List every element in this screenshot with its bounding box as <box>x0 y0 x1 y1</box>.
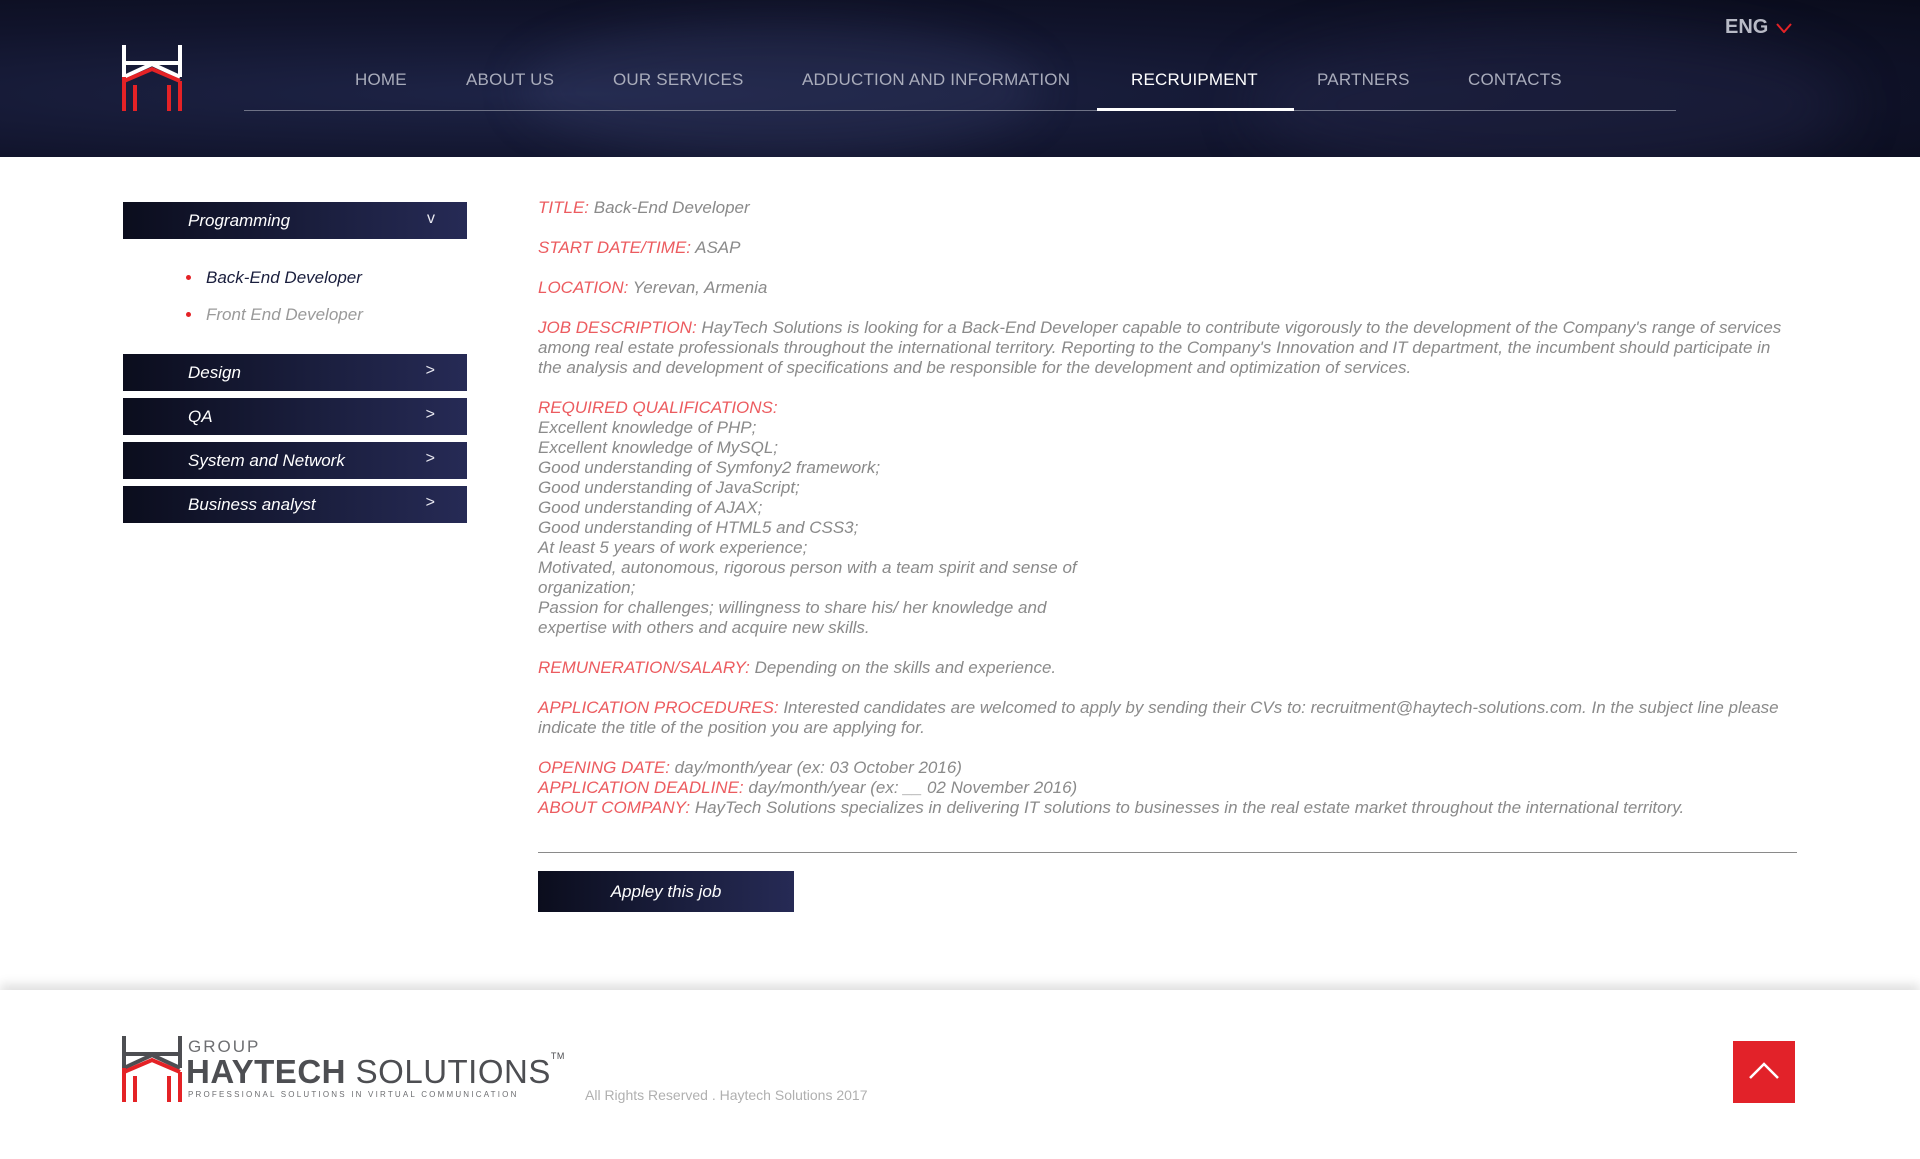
job-title-label: TITLE: <box>538 198 590 217</box>
category-programming[interactable]: Programming v <box>123 202 467 239</box>
description-row: JOB DESCRIPTION: HayTech Solutions is lo… <box>538 318 1798 378</box>
category-label: Design <box>188 363 241 382</box>
category-qa[interactable]: QA > <box>123 398 467 435</box>
chevron-down-icon <box>1776 22 1793 33</box>
arrow-up-icon <box>1749 1062 1779 1079</box>
main-navigation: HOME ABOUT US OUR SERVICES ADDUCTION AND… <box>244 60 1676 111</box>
deadline-value: day/month/year (ex: __ 02 November 2016) <box>748 778 1078 797</box>
nav-partners[interactable]: PARTNERS <box>1317 70 1410 90</box>
footer-logo-tagline: PROFESSIONAL SOLUTIONS IN VIRTUAL COMMUN… <box>188 1090 519 1099</box>
deadline-row: APPLICATION DEADLINE: day/month/year (ex… <box>538 778 1798 798</box>
category-label: QA <box>188 407 213 426</box>
bullet-icon <box>186 275 191 280</box>
footer-logo-brand-bold: HAYTECH <box>186 1053 346 1090</box>
qualifications-label: REQUIRED QUALIFICATIONS: <box>538 398 778 417</box>
back-to-top-button[interactable] <box>1733 1041 1795 1103</box>
location-value: Yerevan, Armenia <box>632 278 768 297</box>
logo-icon[interactable] <box>121 1034 183 1104</box>
qualification-item: organization; <box>538 578 636 597</box>
chevron-right-icon: > <box>425 494 435 511</box>
chevron-down-icon: v <box>427 210 435 227</box>
language-selector[interactable]: ENG <box>1725 16 1793 39</box>
job-title-row: TITLE: Back-End Developer <box>538 198 1798 218</box>
about-company-row: ABOUT COMPANY: HayTech Solutions special… <box>538 798 1798 818</box>
salary-value: Depending on the skills and experience. <box>754 658 1057 677</box>
deadline-label: APPLICATION DEADLINE: <box>538 778 744 797</box>
qualification-item: At least 5 years of work experience; <box>538 538 808 557</box>
nav-about-us[interactable]: ABOUT US <box>466 70 554 90</box>
qualification-item: expertise with others and acquire new sk… <box>538 618 870 637</box>
opening-date-label: OPENING DATE: <box>538 758 670 777</box>
description-label: JOB DESCRIPTION: <box>538 318 697 337</box>
chevron-right-icon: > <box>425 406 435 423</box>
qualification-item: Good understanding of AJAX; <box>538 498 763 517</box>
salary-row: REMUNERATION/SALARY: Depending on the sk… <box>538 658 1798 678</box>
job-item-label: Front End Developer <box>206 305 363 324</box>
content-divider <box>538 852 1797 853</box>
bullet-icon <box>186 312 191 317</box>
category-label: System and Network <box>188 451 345 470</box>
start-date-value: ASAP <box>695 238 741 257</box>
category-design[interactable]: Design > <box>123 354 467 391</box>
start-date-label: START DATE/TIME: <box>538 238 692 257</box>
chevron-right-icon: > <box>425 362 435 379</box>
location-label: LOCATION: <box>538 278 629 297</box>
qualification-item: Good understanding of JavaScript; <box>538 478 800 497</box>
language-label: ENG <box>1725 16 1769 38</box>
qualification-item: Good understanding of Symfony2 framework… <box>538 458 881 477</box>
procedures-label: APPLICATION PROCEDURES: <box>538 698 779 717</box>
procedures-row: APPLICATION PROCEDURES: Interested candi… <box>538 698 1798 738</box>
opening-date-row: OPENING DATE: day/month/year (ex: 03 Oct… <box>538 758 1798 778</box>
category-label: Business analyst <box>188 495 316 514</box>
qualification-item: Good understanding of HTML5 and CSS3; <box>538 518 859 537</box>
copyright-text: All Rights Reserved . Haytech Solutions … <box>585 1087 868 1103</box>
about-company-label: ABOUT COMPANY: <box>538 798 691 817</box>
opening-date-value: day/month/year (ex: 03 October 2016) <box>674 758 962 777</box>
active-nav-indicator <box>1097 108 1294 111</box>
qualification-item: Excellent knowledge of MySQL; <box>538 438 779 457</box>
about-company-value: HayTech Solutions specializes in deliver… <box>694 798 1685 817</box>
apply-job-button[interactable]: Appley this job <box>538 871 794 912</box>
footer-logo-brand: HAYTECH SOLUTIONSTM <box>186 1051 565 1091</box>
nav-adduction-and-information[interactable]: ADDUCTION AND INFORMATION <box>802 70 1070 90</box>
nav-contacts[interactable]: CONTACTS <box>1468 70 1562 90</box>
category-label: Programming <box>188 211 291 230</box>
qualifications-block: REQUIRED QUALIFICATIONS: Excellent knowl… <box>538 398 1798 638</box>
qualification-item: Motivated, autonomous, rigorous person w… <box>538 558 1077 577</box>
logo-icon[interactable] <box>121 43 183 113</box>
chevron-right-icon: > <box>425 450 435 467</box>
category-system-and-network[interactable]: System and Network > <box>123 442 467 479</box>
nav-recruipment[interactable]: RECRUIPMENT <box>1131 70 1258 90</box>
start-date-row: START DATE/TIME: ASAP <box>538 238 1798 258</box>
description-value: HayTech Solutions is looking for a Back-… <box>538 318 1782 377</box>
location-row: LOCATION: Yerevan, Armenia <box>538 278 1798 298</box>
qualification-item: Passion for challenges; willingness to s… <box>538 598 1047 617</box>
job-title-value: Back-End Developer <box>593 198 750 217</box>
qualification-item: Excellent knowledge of PHP; <box>538 418 757 437</box>
nav-home[interactable]: HOME <box>355 70 407 90</box>
footer-logo-brand-light: SOLUTIONS <box>355 1053 551 1090</box>
category-business-analyst[interactable]: Business analyst > <box>123 486 467 523</box>
nav-our-services[interactable]: OUR SERVICES <box>613 70 744 90</box>
salary-label: REMUNERATION/SALARY: <box>538 658 750 677</box>
trademark-mark: TM <box>550 1051 565 1061</box>
job-item-label: Back-End Developer <box>206 268 362 287</box>
